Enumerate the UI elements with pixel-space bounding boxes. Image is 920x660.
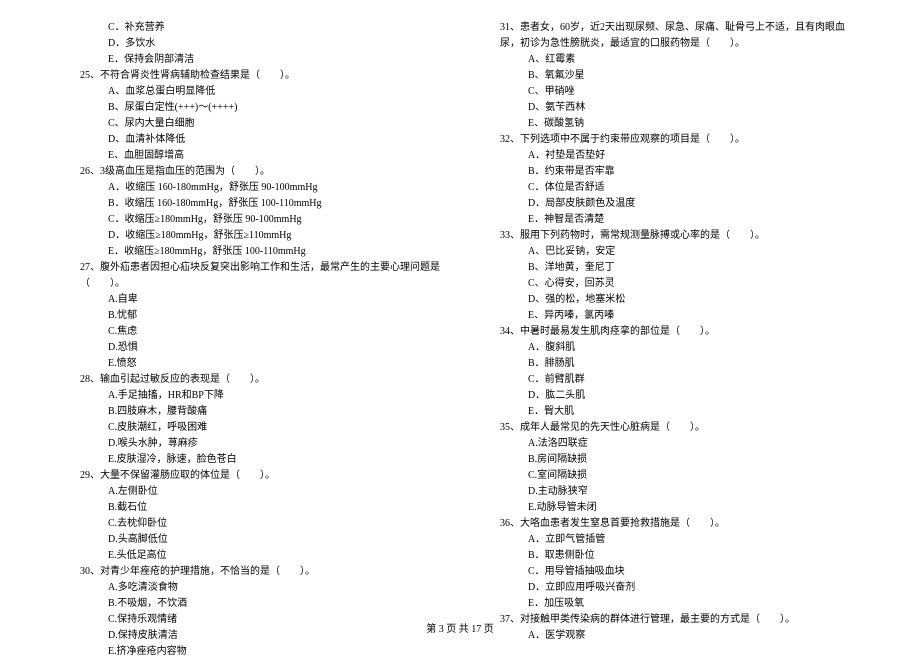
option-line: C、心得安，回苏灵: [528, 276, 860, 292]
option-line: B．腓肠肌: [528, 356, 860, 372]
question-line: 31、患者女，60岁，近2天出现尿频、尿急、尿痛、耻骨弓上不适，且有肉眼血尿，初…: [500, 20, 860, 52]
option-line: E.挤净痤疮内容物: [108, 644, 440, 660]
option-line: E.头低足高位: [108, 548, 440, 564]
option-line: C．体位是否舒适: [528, 180, 860, 196]
option-line: B．收缩压 160-180mmHg，舒张压 100-110mmHg: [108, 196, 440, 212]
option-line: D．收缩压≥180mmHg，舒张压≥110mmHg: [108, 228, 440, 244]
option-line: C．用导管插抽吸血块: [528, 564, 860, 580]
option-line: C.室间隔缺损: [528, 468, 860, 484]
question-line: 32、下列选项中不属于约束带应观察的项目是（ ）。: [500, 132, 860, 148]
option-line: E.动脉导管未闭: [528, 500, 860, 516]
option-line: A.自卑: [108, 292, 440, 308]
option-line: A.手足抽搐，HR和BP下降: [108, 388, 440, 404]
question-line: 25、不符合肾炎性肾病辅助检查结果是（ ）。: [80, 68, 440, 84]
left-column: C．补充营养D．多饮水E．保持会阴部清洁25、不符合肾炎性肾病辅助检查结果是（ …: [60, 20, 440, 660]
option-line: E.愤怒: [108, 356, 440, 372]
option-line: A．立即气管插管: [528, 532, 860, 548]
option-line: D、强的松，地塞米松: [528, 292, 860, 308]
option-line: C.去枕仰卧位: [108, 516, 440, 532]
question-line: 27、腹外疝患者因担心疝块反复突出影响工作和生活，最常产生的主要心理问题是（ ）…: [80, 260, 440, 292]
option-line: C、甲硝唑: [528, 84, 860, 100]
option-line: D．多饮水: [108, 36, 440, 52]
option-line: D、氨苄西林: [528, 100, 860, 116]
option-line: E、异丙嗪，氯丙嗪: [528, 308, 860, 324]
option-line: C.皮肤潮红，呼吸困难: [108, 420, 440, 436]
option-line: B、尿蛋白定性(+++)～(++++): [108, 100, 440, 116]
option-line: C．前臂肌群: [528, 372, 860, 388]
option-line: C、尿内大量白细胞: [108, 116, 440, 132]
option-line: C.焦虑: [108, 324, 440, 340]
page-columns: C．补充营养D．多饮水E．保持会阴部清洁25、不符合肾炎性肾病辅助检查结果是（ …: [60, 20, 860, 660]
option-line: B.截石位: [108, 500, 440, 516]
question-line: 36、大咯血患者发生窒息首要抢救措施是（ ）。: [500, 516, 860, 532]
question-line: 26、3级高血压是指血压的范围为（ ）。: [80, 164, 440, 180]
option-line: D．局部皮肤颜色及温度: [528, 196, 860, 212]
option-line: C．补充营养: [108, 20, 440, 36]
option-line: D、血清补体降低: [108, 132, 440, 148]
option-line: A.左侧卧位: [108, 484, 440, 500]
option-line: A、红霉素: [528, 52, 860, 68]
option-line: B.房间隔缺损: [528, 452, 860, 468]
option-line: E.皮肤湿冷，脉速，脸色苍白: [108, 452, 440, 468]
question-line: 28、输血引起过敏反应的表现是（ ）。: [80, 372, 440, 388]
right-column: 31、患者女，60岁，近2天出现尿频、尿急、尿痛、耻骨弓上不适，且有肉眼血尿，初…: [480, 20, 860, 660]
option-line: A.多吃清淡食物: [108, 580, 440, 596]
question-line: 33、服用下列药物时，需常规测量脉搏或心率的是（ ）。: [500, 228, 860, 244]
option-line: A、血浆总蛋白明显降低: [108, 84, 440, 100]
question-line: 29、大量不保留灌肠应取的体位是（ ）。: [80, 468, 440, 484]
option-line: E、碳酸氢钠: [528, 116, 860, 132]
option-line: B．取患侧卧位: [528, 548, 860, 564]
option-line: E、血胆固醇增高: [108, 148, 440, 164]
option-line: B.不吸烟，不饮酒: [108, 596, 440, 612]
question-line: 34、中暑时最易发生肌肉痉挛的部位是（ ）。: [500, 324, 860, 340]
option-line: D.头高脚低位: [108, 532, 440, 548]
option-line: D.主动脉狭窄: [528, 484, 860, 500]
option-line: B、氧氟沙星: [528, 68, 860, 84]
option-line: D．立即应用呼吸兴奋剂: [528, 580, 860, 596]
option-line: C．收缩压≥180mmHg，舒张压 90-100mmHg: [108, 212, 440, 228]
option-line: A.法洛四联症: [528, 436, 860, 452]
option-line: B．约束带是否牢靠: [528, 164, 860, 180]
option-line: E．加压吸氧: [528, 596, 860, 612]
option-line: E．神智是否清楚: [528, 212, 860, 228]
option-line: D.喉头水肿，荨麻疹: [108, 436, 440, 452]
option-line: E．收缩压≥180mmHg，舒张压 100-110mmHg: [108, 244, 440, 260]
option-line: D.恐惧: [108, 340, 440, 356]
option-line: E．臀大肌: [528, 404, 860, 420]
question-line: 35、成年人最常见的先天性心脏病是（ ）。: [500, 420, 860, 436]
option-line: B.四肢麻木，腰背酸痛: [108, 404, 440, 420]
option-line: B、洋地黄，奎尼丁: [528, 260, 860, 276]
option-line: B.忧郁: [108, 308, 440, 324]
option-line: A、巴比妥钠，安定: [528, 244, 860, 260]
option-line: E．保持会阴部清洁: [108, 52, 440, 68]
option-line: A．腹斜肌: [528, 340, 860, 356]
option-line: D．肱二头肌: [528, 388, 860, 404]
page-footer: 第 3 页 共 17 页: [0, 620, 920, 635]
option-line: A．收缩压 160-180mmHg，舒张压 90-100mmHg: [108, 180, 440, 196]
question-line: 30、对青少年痤疮的护理措施，不恰当的是（ ）。: [80, 564, 440, 580]
option-line: A．衬垫是否垫好: [528, 148, 860, 164]
